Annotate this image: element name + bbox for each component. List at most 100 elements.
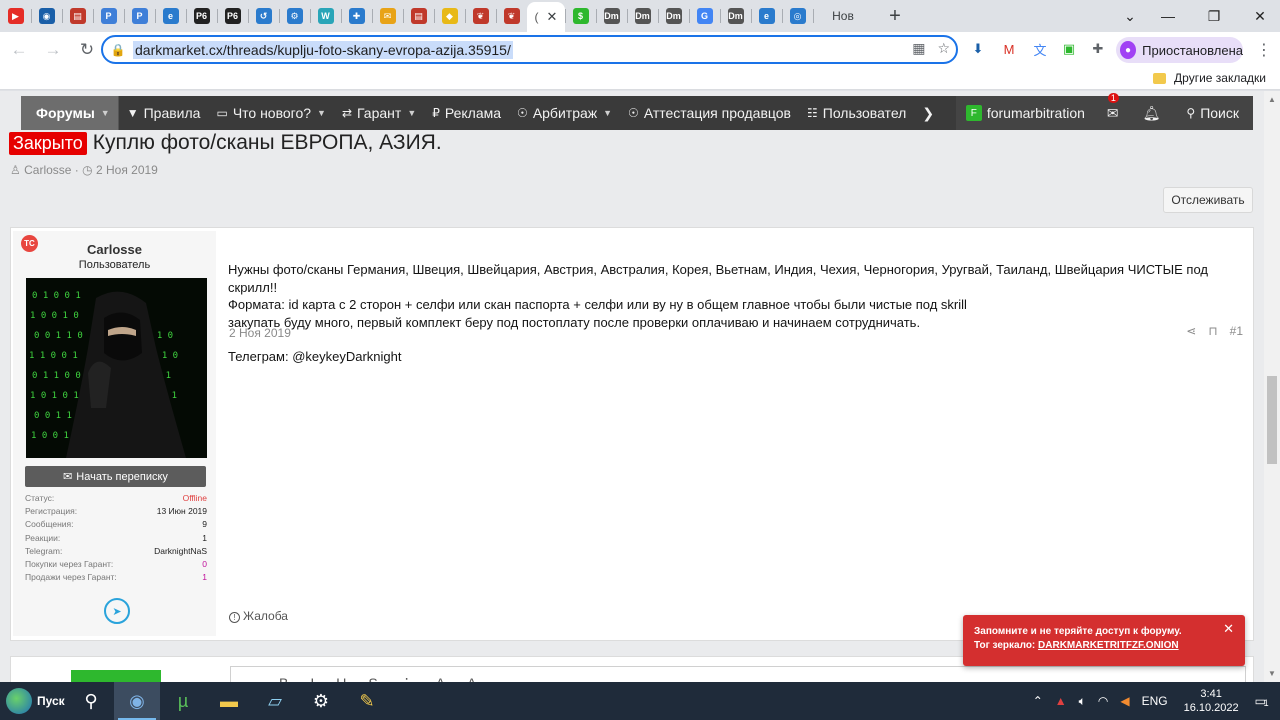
avatar[interactable]: 0 1 0 0 1 1 0 0 1 0 0 0 1 1 0 1 1 0 0 1 0 … [26,278,207,458]
scroll-down-icon[interactable]: ▼ [1268,669,1276,678]
post-username[interactable]: Carlosse [13,242,216,257]
font-size-icon[interactable]: A [436,675,445,682]
browser-tab[interactable]: G [689,0,720,32]
watch-button[interactable]: Отслеживать [1163,187,1253,213]
nav-item[interactable]: Форумы ▼ [21,96,118,130]
browser-tab[interactable]: ⚙ [279,0,310,32]
scroll-up-icon[interactable]: ▲ [1268,95,1276,104]
underline-icon[interactable]: U [336,675,346,682]
notifications-icon[interactable]: ▭ 1 [1255,694,1269,708]
minimize-button[interactable]: — [1145,0,1191,32]
network-status-icon[interactable]: ▲ [1055,694,1067,708]
translate-extension-icon[interactable]: 文 [1030,39,1050,59]
browser-tab[interactable]: Dm [720,0,751,32]
browser-tab[interactable]: ◉ [31,0,62,32]
reload-button[interactable]: ↻ [72,35,102,65]
utorrent-icon[interactable]: µ [160,682,206,720]
mirror-link[interactable]: DARKMARKETRITFZF.ONION [1038,640,1179,651]
browser-tab[interactable]: e [155,0,186,32]
thread-author[interactable]: Carlosse [24,163,71,177]
browser-tab[interactable]: Dm [627,0,658,32]
qr-code-icon[interactable]: ▦ [912,40,925,57]
key-app-icon[interactable]: ✎ [344,682,390,720]
account-menu[interactable]: F forumarbitration [956,96,1095,130]
close-icon[interactable]: ✕ [1223,622,1234,636]
browser-tab[interactable]: ❦ [496,0,527,32]
inbox-icon[interactable]: ✉ 1 [1095,93,1131,130]
profile-button[interactable]: ● Приостановлена [1116,37,1243,63]
nav-more-icon[interactable]: ❯ [914,96,942,130]
strike-icon[interactable]: S [368,675,377,682]
text-color-icon[interactable]: A [467,675,476,682]
browser-tab[interactable]: ▤ [62,0,93,32]
thread-date[interactable]: 2 Ноя 2019 [96,163,158,177]
browser-tab[interactable]: P6 [186,0,217,32]
more-format-icon[interactable]: ⋮ [400,675,414,682]
new-tab-button[interactable]: + [883,5,907,28]
browser-taskbar-icon[interactable]: ◉ [114,682,160,720]
file-explorer-icon[interactable]: ▬ [206,682,252,720]
browser-tab[interactable]: P [124,0,155,32]
download-extension-icon[interactable]: ⬇ [968,39,988,59]
green-extension-icon[interactable]: ▣ [1059,39,1079,59]
start-conversation-button[interactable]: ✉ Начать переписку [25,466,206,487]
start-button[interactable]: Пуск [0,682,68,720]
nav-item[interactable]: ☉ Аттестация продавцов [620,96,799,130]
browser-tab[interactable]: Dm [596,0,627,32]
post-number[interactable]: #1 [1230,324,1243,338]
browser-tab[interactable]: e [751,0,782,32]
browser-tab[interactable]: P6 [217,0,248,32]
language-indicator[interactable]: ENG [1142,694,1168,708]
caret-down-icon[interactable]: ▼ [101,108,110,118]
bell-icon[interactable]: 🔔︎ [1131,96,1173,130]
forward-button[interactable]: → [38,35,68,65]
browser-tab[interactable]: ✉ [372,0,403,32]
caret-down-icon[interactable]: ▼ [317,108,326,118]
telegram-icon[interactable]: ➤ [104,598,130,624]
bold-icon[interactable]: B [279,675,288,682]
wifi-icon[interactable]: ◠ [1098,694,1108,708]
search-icon[interactable]: ⚲ [68,682,114,720]
browser-tab[interactable]: ◎ [782,0,813,32]
browser-tab[interactable]: W [310,0,341,32]
browser-tab[interactable]: ✚ [341,0,372,32]
browser-tab-active[interactable]: (✕ [527,2,565,32]
extensions-puzzle-icon[interactable]: ✚ [1088,39,1108,59]
nav-item[interactable]: ☉ Арбитраж ▼ [509,96,620,130]
notepad-icon[interactable]: ▱ [252,682,298,720]
page-scrollbar[interactable]: ▲ ▼ [1264,91,1280,682]
browser-tab[interactable]: P [93,0,124,32]
bookmark-star-icon[interactable]: ☆ [937,40,950,57]
maximize-button[interactable]: ❐ [1191,0,1237,32]
menu-dots-icon[interactable]: ⋮ [1256,40,1272,60]
nav-item[interactable]: ▼ Правила [119,96,209,130]
clock[interactable]: 3:41 16.10.2022 [1184,687,1239,715]
browser-tab[interactable]: ❦ [465,0,496,32]
caret-down-icon[interactable]: ▼ [407,108,416,118]
other-bookmarks[interactable]: Другие закладки [1153,71,1266,85]
browser-tab[interactable]: ↺ [248,0,279,32]
browser-tab[interactable]: Dm [658,0,689,32]
settings-gear-icon[interactable]: ⚙ [298,682,344,720]
nav-item[interactable]: ▭ Что нового? ▼ [208,96,333,130]
browser-tab[interactable]: Нов [813,0,869,32]
caret-down-icon[interactable]: ▼ [603,108,612,118]
volume-icon[interactable]: 🔈︎ [1079,694,1086,709]
close-tab-icon[interactable]: ✕ [547,9,558,25]
chevron-up-icon[interactable]: ⌃ [1033,694,1043,708]
browser-tab[interactable]: ◆ [434,0,465,32]
browser-tab[interactable]: ▶ [0,0,31,32]
nav-item[interactable]: ₽ Реклама [424,96,509,130]
close-window-button[interactable]: ✕ [1237,0,1280,32]
address-bar[interactable]: 🔒 darkmarket.cx/threads/kuplju-foto-skan… [101,35,958,64]
back-button[interactable]: ← [4,35,34,65]
gmail-extension-icon[interactable]: M [999,39,1019,59]
speaker-icon[interactable]: ◀ [1120,694,1129,708]
url-text[interactable]: darkmarket.cx/threads/kuplju-foto-skany-… [133,40,513,59]
browser-tab[interactable]: $ [565,0,596,32]
italic-icon[interactable]: I [310,675,314,682]
search-button[interactable]: ⚲ Поиск [1172,96,1253,130]
scroll-thumb[interactable] [1267,376,1277,464]
report-link[interactable]: ! Жалоба [229,609,288,623]
browser-tab[interactable]: ▤ [403,0,434,32]
